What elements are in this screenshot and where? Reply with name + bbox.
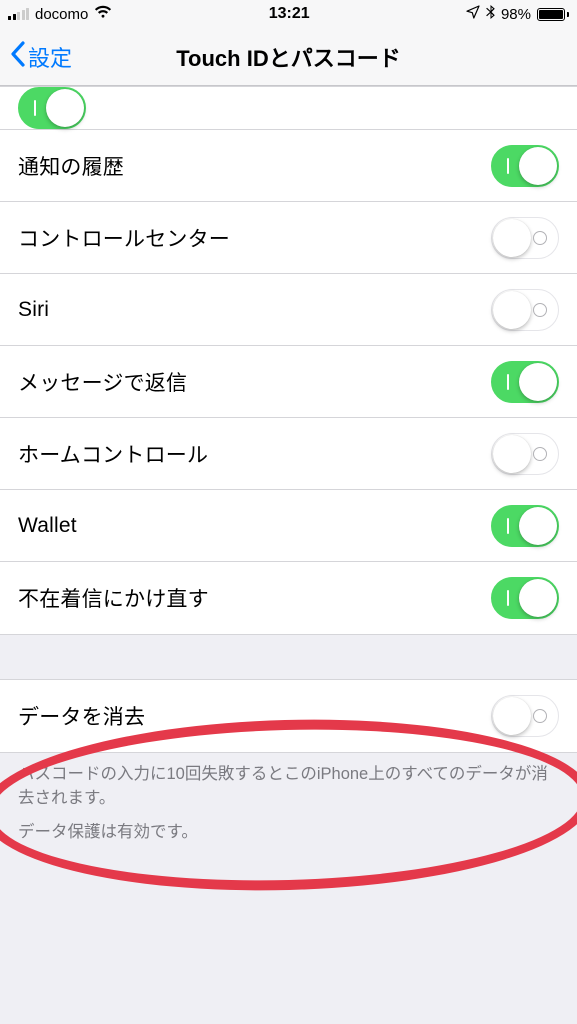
row-label: Wallet bbox=[18, 514, 77, 538]
chevron-left-icon bbox=[10, 41, 26, 73]
toggle-partial[interactable] bbox=[18, 87, 86, 129]
toggle-reply-with-message[interactable] bbox=[491, 361, 559, 403]
settings-row-reply-with-message: メッセージで返信 bbox=[0, 346, 577, 418]
row-label: データを消去 bbox=[18, 701, 145, 731]
toggle-notification-history[interactable] bbox=[491, 145, 559, 187]
signal-strength-icon bbox=[8, 8, 29, 20]
wifi-icon bbox=[94, 5, 112, 23]
settings-group-erase-data: データを消去 bbox=[0, 679, 577, 753]
battery-icon bbox=[537, 8, 569, 21]
toggle-siri[interactable] bbox=[491, 289, 559, 331]
settings-row-siri: Siri bbox=[0, 274, 577, 346]
row-label: ホームコントロール bbox=[18, 439, 208, 469]
toggle-erase-data[interactable] bbox=[491, 695, 559, 737]
back-button[interactable]: 設定 bbox=[6, 37, 76, 77]
row-label: メッセージで返信 bbox=[18, 367, 187, 397]
battery-percent: 98% bbox=[501, 6, 531, 23]
group-spacer bbox=[0, 635, 577, 679]
bluetooth-icon bbox=[486, 5, 495, 23]
toggle-return-missed-calls[interactable] bbox=[491, 577, 559, 619]
row-label: 不在着信にかけ直す bbox=[18, 583, 209, 613]
back-label: 設定 bbox=[28, 41, 72, 73]
settings-row-wallet: Wallet bbox=[0, 490, 577, 562]
status-bar: docomo 13:21 98% bbox=[0, 0, 577, 28]
toggle-control-center[interactable] bbox=[491, 217, 559, 259]
settings-row-return-missed-calls: 不在着信にかけ直す bbox=[0, 562, 577, 634]
page-title: Touch IDとパスコード bbox=[0, 41, 577, 73]
settings-row-notification-history: 通知の履歴 bbox=[0, 130, 577, 202]
toggle-home-control[interactable] bbox=[491, 433, 559, 475]
settings-row-home-control: ホームコントロール bbox=[0, 418, 577, 490]
row-label: 通知の履歴 bbox=[18, 151, 124, 181]
row-label: Siri bbox=[18, 298, 49, 322]
erase-data-footer: パスコードの入力に10回失敗するとこのiPhone上のすべてのデータが消去されま… bbox=[0, 753, 577, 817]
row-label: コントロールセンター bbox=[18, 223, 230, 253]
settings-row-control-center: コントロールセンター bbox=[0, 202, 577, 274]
location-icon bbox=[466, 5, 480, 23]
status-left: docomo bbox=[8, 5, 112, 23]
data-protection-footer: データ保護は有効です。 bbox=[0, 817, 577, 851]
nav-bar: 設定 Touch IDとパスコード bbox=[0, 28, 577, 86]
settings-row-partial bbox=[0, 87, 577, 130]
settings-row-erase-data: データを消去 bbox=[0, 680, 577, 752]
carrier-label: docomo bbox=[35, 6, 88, 23]
status-right: 98% bbox=[466, 5, 569, 23]
settings-group-lock-screen-access: 通知の履歴 コントロールセンター Siri メッセージで返信 ホームコントロール… bbox=[0, 86, 577, 635]
toggle-wallet[interactable] bbox=[491, 505, 559, 547]
status-time: 13:21 bbox=[269, 5, 310, 23]
